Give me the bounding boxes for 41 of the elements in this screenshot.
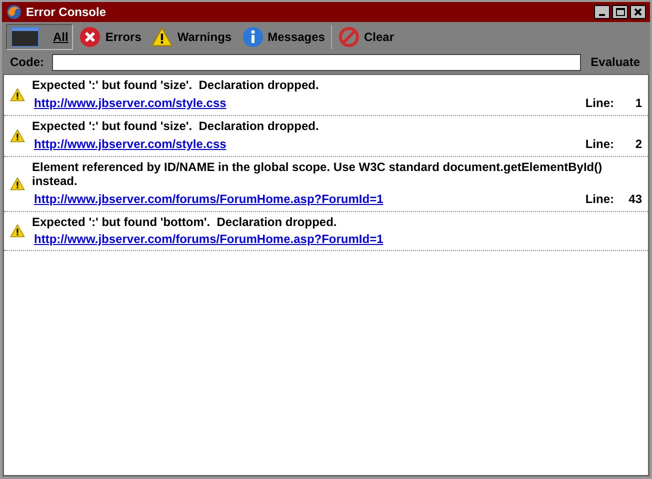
- source-link[interactable]: http://www.jbserver.com/forums/ForumHome.asp?ForumId=1: [34, 191, 586, 207]
- minimize-button[interactable]: [594, 5, 610, 19]
- warning-icon: [10, 129, 25, 143]
- warning-icon: [10, 88, 25, 102]
- toolbar-button[interactable]: Errors: [75, 24, 146, 50]
- warning-icon: [10, 224, 25, 238]
- message-text: Expected ':' but found 'size'. Declaration dropped.: [32, 78, 320, 92]
- toolbar-button[interactable]: Warnings: [147, 24, 236, 50]
- close-button[interactable]: [630, 5, 646, 19]
- code-label: Code:: [10, 54, 44, 71]
- source-link[interactable]: http://www.jbserver.com/style.css: [34, 95, 586, 111]
- info-icon: [242, 26, 264, 48]
- line-number: 43: [628, 191, 642, 208]
- line-number: 1: [634, 95, 642, 112]
- evaluate-button[interactable]: Evaluate: [588, 53, 642, 71]
- line-label: Line:: [585, 95, 614, 112]
- warning-icon: [151, 27, 174, 47]
- toolbar-button[interactable]: Clear: [334, 24, 398, 50]
- window-icon: [11, 27, 39, 47]
- source-link[interactable]: http://www.jbserver.com/style.css: [34, 136, 586, 152]
- message-row[interactable]: Element referenced by ID/NAME in the global scope. Use W3C standard document.getElementById() instead. http://www.jbserver.com/forums/ForumHome.asp?ForumId=1 Line: 43: [4, 157, 648, 212]
- message-text: Expected ':' but found 'size'. Declaration dropped.: [32, 119, 320, 133]
- message-row[interactable]: Expected ':' but found 'size'. Declaration dropped. http://www.jbserver.com/style.css Line: 1: [4, 75, 648, 116]
- message-text: Expected ':' but found 'bottom'. Declaration dropped.: [32, 215, 338, 229]
- toolbar-button[interactable]: Messages: [238, 24, 329, 50]
- line-label: Line:: [585, 191, 614, 208]
- message-row[interactable]: Expected ':' but found 'size'. Declaration dropped. http://www.jbserver.com/style.css Line: 2: [4, 116, 648, 157]
- globe-icon: [6, 4, 22, 20]
- window-title: Error Console: [26, 4, 108, 21]
- source-link[interactable]: http://www.jbserver.com/forums/ForumHome.asp?ForumId=1: [34, 231, 642, 247]
- message-row[interactable]: Expected ':' but found 'bottom'. Declaration dropped. http://www.jbserver.com/forums/ForumHome.asp?ForumId=1: [4, 212, 648, 251]
- close-icon: [634, 8, 642, 16]
- code-field[interactable]: [52, 54, 581, 70]
- error-icon: [79, 26, 102, 48]
- warning-icon: [10, 177, 25, 191]
- line-label: Line:: [585, 136, 614, 153]
- line-number: 2: [634, 136, 642, 153]
- maximize-button[interactable]: [612, 5, 628, 19]
- prohibited-icon: [338, 26, 360, 48]
- message-text: Element referenced by ID/NAME in the global scope. Use W3C standard document.getElementById() instead.: [32, 160, 604, 188]
- toolbar-button[interactable]: All: [6, 24, 74, 50]
